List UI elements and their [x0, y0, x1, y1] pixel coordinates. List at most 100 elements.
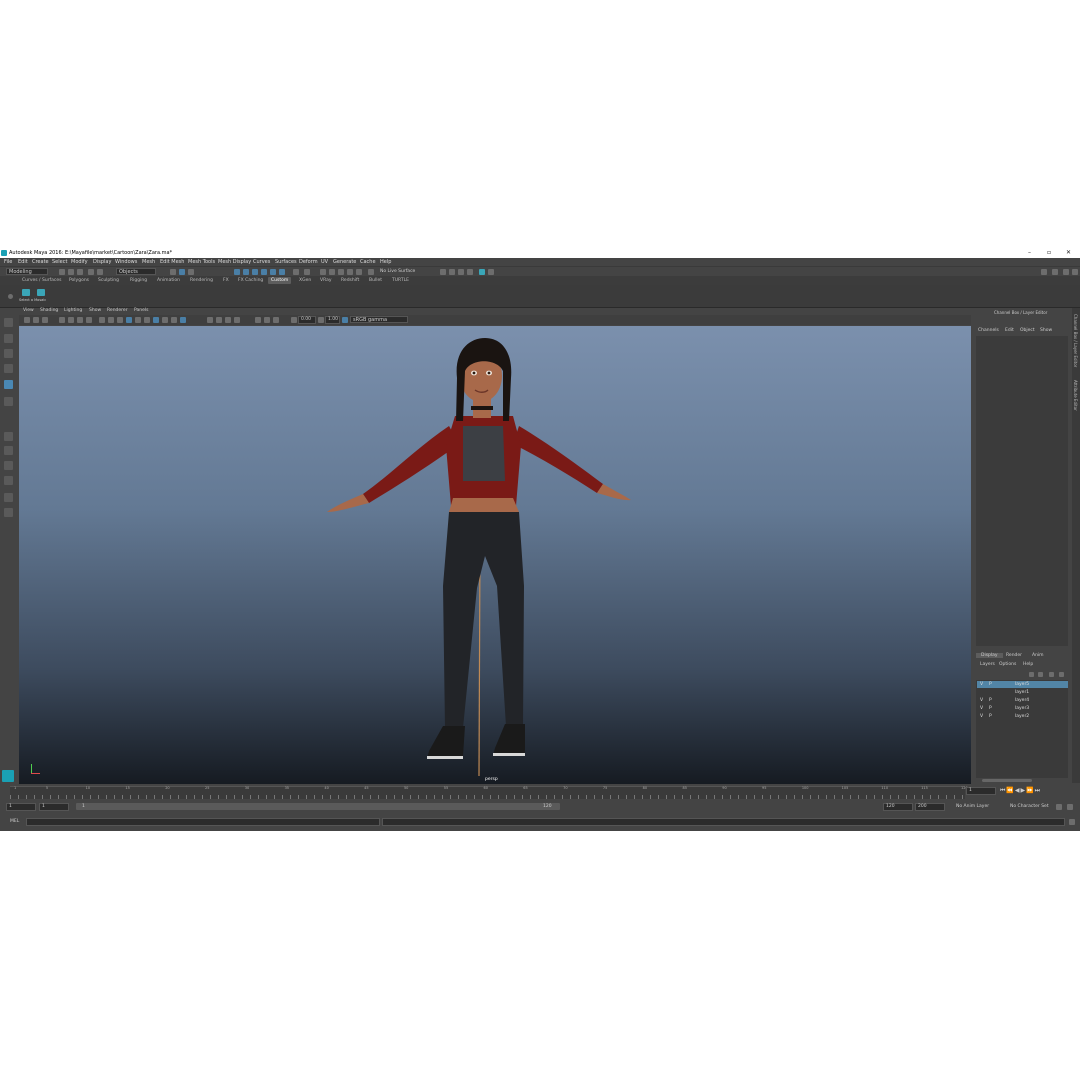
minimize-button[interactable]: – [1028, 249, 1031, 256]
snap-view-plane-icon[interactable] [347, 269, 353, 275]
lock-selection-icon[interactable] [293, 269, 299, 275]
snap-point-icon[interactable] [338, 269, 344, 275]
select-tool-icon[interactable] [4, 318, 13, 327]
move-layer-down-icon[interactable] [1038, 672, 1043, 677]
shelf-tab-curves-surfaces[interactable]: Curves / Surfaces [19, 277, 65, 284]
color-management-icon[interactable] [342, 317, 348, 323]
menu-cache[interactable]: Cache [360, 259, 376, 265]
tab-anim[interactable]: Anim [1032, 653, 1044, 658]
grid-toggle-icon[interactable] [59, 317, 65, 323]
xray-joints-icon[interactable] [171, 317, 177, 323]
layer-row[interactable]: V P layer5 [977, 681, 1068, 688]
magnet-icon[interactable] [368, 269, 374, 275]
new-layer-selected-icon[interactable] [1059, 672, 1064, 677]
auto-key-icon[interactable] [1056, 804, 1062, 810]
channels-menu[interactable]: Channels [978, 328, 999, 333]
mask-deform-icon[interactable] [270, 269, 276, 275]
side-tab-channel-box[interactable]: Channel Box / Layer Editor [1073, 314, 1078, 367]
menu-file[interactable]: File [4, 259, 12, 265]
wireframe-on-shaded-icon[interactable] [117, 317, 123, 323]
panel-menu-view[interactable]: View [23, 308, 34, 313]
depth-of-field-icon[interactable] [234, 317, 240, 323]
vray-icon[interactable] [479, 269, 485, 275]
save-scene-icon[interactable] [77, 269, 83, 275]
range-slider[interactable]: 1 120 [76, 803, 560, 810]
menu-uv[interactable]: UV [321, 259, 328, 265]
resolution-gate-icon[interactable] [77, 317, 83, 323]
shelf-options-icon[interactable] [8, 294, 13, 299]
anim-layer-label[interactable]: No Anim Layer [956, 804, 989, 809]
command-input[interactable] [26, 818, 380, 826]
tool-settings-icon[interactable] [1063, 269, 1069, 275]
menu-modify[interactable]: Modify [71, 259, 88, 265]
move-tool-icon[interactable] [4, 364, 13, 373]
ipr-render-icon[interactable] [458, 269, 464, 275]
mask-handle-icon[interactable] [234, 269, 240, 275]
menu-mesh-tools[interactable]: Mesh Tools [188, 259, 215, 265]
menu-create[interactable]: Create [32, 259, 49, 265]
select-component-icon[interactable] [188, 269, 194, 275]
time-slider[interactable]: 1 5 10 15 20 25 30 35 40 45 50 55 60 65 70 75 80 85 90 95 10… [0, 784, 1080, 802]
layout-single-icon[interactable] [4, 432, 13, 441]
layout-four-icon[interactable] [4, 446, 13, 455]
layer-row[interactable]: V P layer2 [977, 713, 1068, 720]
layout-two-side-icon[interactable] [4, 461, 13, 470]
shelf-tab-sculpting[interactable]: Sculpting [95, 277, 122, 284]
lasso-tool-icon[interactable] [4, 334, 13, 343]
playback-controls[interactable]: ⏮⏪◀▶⏩⏭ [1000, 787, 1041, 795]
shelf-mosaic-icon-b[interactable] [37, 289, 45, 296]
modeling-toolkit-icon[interactable] [1041, 269, 1047, 275]
layout-two-stack-icon[interactable] [4, 476, 13, 485]
anim-end-field[interactable]: 200 [915, 803, 945, 811]
gamma-field[interactable]: 1.00 [325, 316, 340, 324]
mask-curve-icon[interactable] [252, 269, 258, 275]
shelf-tab-rendering[interactable]: Rendering [187, 277, 216, 284]
exposure-field[interactable]: 0.00 [298, 316, 316, 324]
tab-render[interactable]: Render [1006, 653, 1022, 658]
menu-curves[interactable]: Curves [253, 259, 270, 265]
gamma-value-icon[interactable] [318, 317, 324, 323]
mask-surface-icon[interactable] [261, 269, 267, 275]
panel-menu-renderer[interactable]: Renderer [107, 308, 128, 313]
render-view-icon[interactable] [440, 269, 446, 275]
render-frame-icon[interactable] [449, 269, 455, 275]
close-button[interactable]: ✕ [1066, 249, 1071, 256]
mel-label[interactable]: MEL [10, 819, 19, 824]
scale-tool-icon[interactable] [4, 397, 13, 406]
mask-dynamics-icon[interactable] [279, 269, 285, 275]
exposure-icon[interactable] [255, 317, 261, 323]
selection-mode-dropdown[interactable]: Objects [116, 268, 156, 275]
layer-row[interactable]: V P layer3 [977, 705, 1068, 712]
rotate-tool-icon[interactable] [4, 380, 13, 389]
camera-settings-icon[interactable] [273, 317, 279, 323]
snap-curve-icon[interactable] [329, 269, 335, 275]
panel-menu-show[interactable]: Show [89, 308, 101, 313]
menu-edit[interactable]: Edit [18, 259, 28, 265]
shelf-tab-rigging[interactable]: Rigging [127, 277, 150, 284]
textured-icon[interactable] [126, 317, 132, 323]
layers-menu[interactable]: Layers [980, 662, 995, 667]
image-plane-icon[interactable] [42, 317, 48, 323]
object-menu[interactable]: Object [1020, 328, 1035, 333]
help-menu[interactable]: Help [1023, 662, 1033, 667]
layout-outliner-icon[interactable] [4, 493, 13, 502]
shelf-tab-fx[interactable]: FX [220, 277, 232, 284]
menu-windows[interactable]: Windows [115, 259, 137, 265]
highlight-selection-icon[interactable] [304, 269, 310, 275]
layer-scrollbar[interactable] [982, 779, 1032, 782]
backface-culling-icon[interactable] [180, 317, 186, 323]
options-menu[interactable]: Options [999, 662, 1016, 667]
menu-edit-mesh[interactable]: Edit Mesh [160, 259, 184, 265]
shelf-tab-animation[interactable]: Animation [154, 277, 183, 284]
shelf-tab-turtle[interactable]: TURTLE [389, 277, 412, 284]
shelf-tab-fx-caching[interactable]: FX Caching [235, 277, 266, 284]
anti-aliasing-icon[interactable] [225, 317, 231, 323]
menu-mesh[interactable]: Mesh [142, 259, 155, 265]
menu-surfaces[interactable]: Surfaces [275, 259, 297, 265]
open-scene-icon[interactable] [68, 269, 74, 275]
shelf-tab-bullet[interactable]: Bullet [366, 277, 385, 284]
hypershade-icon[interactable] [488, 269, 494, 275]
new-scene-icon[interactable] [59, 269, 65, 275]
redo-icon[interactable] [97, 269, 103, 275]
layer-row[interactable]: V P layer4 [977, 697, 1068, 704]
